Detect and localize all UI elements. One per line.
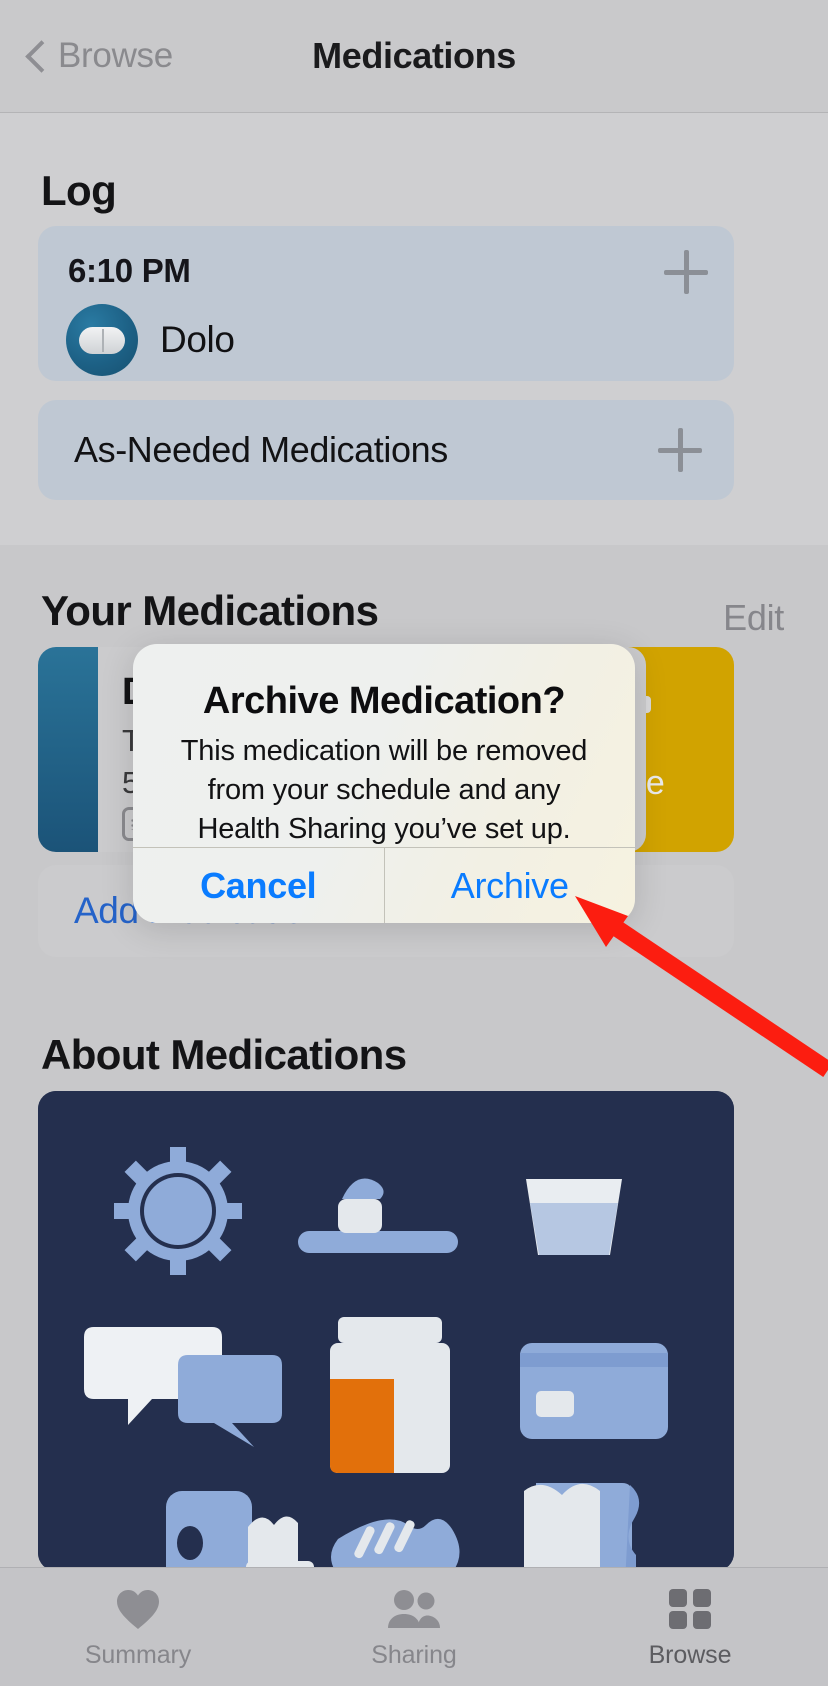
- about-medications-heading: About Medications: [41, 1031, 407, 1078]
- log-medication-name: Dolo: [160, 319, 235, 360]
- archive-button[interactable]: Archive: [385, 848, 636, 923]
- log-entry-time: 6:10 PM: [68, 252, 191, 289]
- heart-icon: [115, 1585, 161, 1633]
- tab-bar: Summary Sharing Browse: [0, 1567, 828, 1686]
- tab-sharing[interactable]: Sharing: [276, 1568, 552, 1670]
- tab-summary[interactable]: Summary: [0, 1568, 276, 1670]
- your-medications-heading: Your Medications: [41, 587, 379, 634]
- grid-squares-icon: [667, 1585, 713, 1633]
- tab-browse-label: Browse: [648, 1641, 732, 1669]
- archive-medication-alert: Archive Medication? This medication will…: [133, 644, 635, 923]
- log-entry-medication[interactable]: Dolo: [66, 304, 235, 376]
- capsule-pill-icon: [66, 304, 138, 376]
- edit-button[interactable]: Edit: [723, 597, 784, 639]
- two-people-icon: [385, 1585, 443, 1633]
- as-needed-medications-row[interactable]: As-Needed Medications: [38, 400, 734, 500]
- tab-summary-label: Summary: [84, 1641, 192, 1669]
- log-entry-card[interactable]: 6:10 PM Dolo: [38, 226, 734, 381]
- tab-browse[interactable]: Browse: [552, 1568, 828, 1670]
- about-illustration-svg: [38, 1091, 734, 1571]
- alert-button-row: Cancel Archive: [133, 847, 635, 923]
- navigation-bar: Browse Medications: [0, 0, 828, 113]
- tab-sharing-label: Sharing: [371, 1641, 457, 1669]
- as-needed-add-icon[interactable]: [658, 428, 702, 472]
- log-section: Log 6:10 PM Dolo As-Needed Medications: [0, 113, 828, 545]
- alert-title: Archive Medication?: [202, 680, 566, 722]
- page-title: Medications: [312, 35, 516, 76]
- log-add-icon[interactable]: [664, 250, 708, 294]
- as-needed-label: As-Needed Medications: [74, 429, 448, 470]
- log-heading: Log: [41, 167, 117, 214]
- alert-message: This medication will be removed from you…: [180, 735, 588, 845]
- about-medications-illustration[interactable]: [38, 1091, 734, 1571]
- cancel-button[interactable]: Cancel: [133, 848, 385, 923]
- medication-accent-bar: [38, 647, 98, 852]
